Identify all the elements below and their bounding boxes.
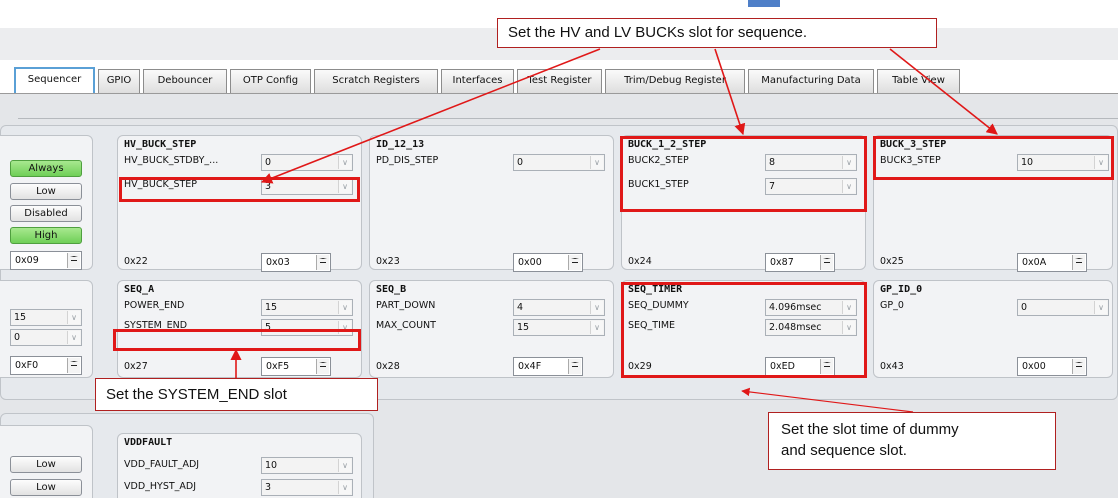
callout-slot-time-line1: Set the slot time of dummy <box>781 421 959 438</box>
callout-system-end: Set the SYSTEM_END slot <box>95 378 378 411</box>
arrow-to-seq-timer <box>741 387 914 413</box>
arrow-to-buck-1-2 <box>714 48 746 136</box>
callout-slot-time-line2: and sequence slot. <box>781 442 907 459</box>
callout-buck-slot: Set the HV and LV BUCKs slot for sequenc… <box>497 18 937 48</box>
app-window: { "tabs": ["Sequencer","GPIO","Debouncer… <box>0 0 1118 498</box>
arrow-to-buck-3 <box>889 48 998 135</box>
callout-slot-time: Set the slot time of dummy and sequence … <box>768 412 1056 470</box>
arrow-to-hv-buck <box>260 48 601 184</box>
